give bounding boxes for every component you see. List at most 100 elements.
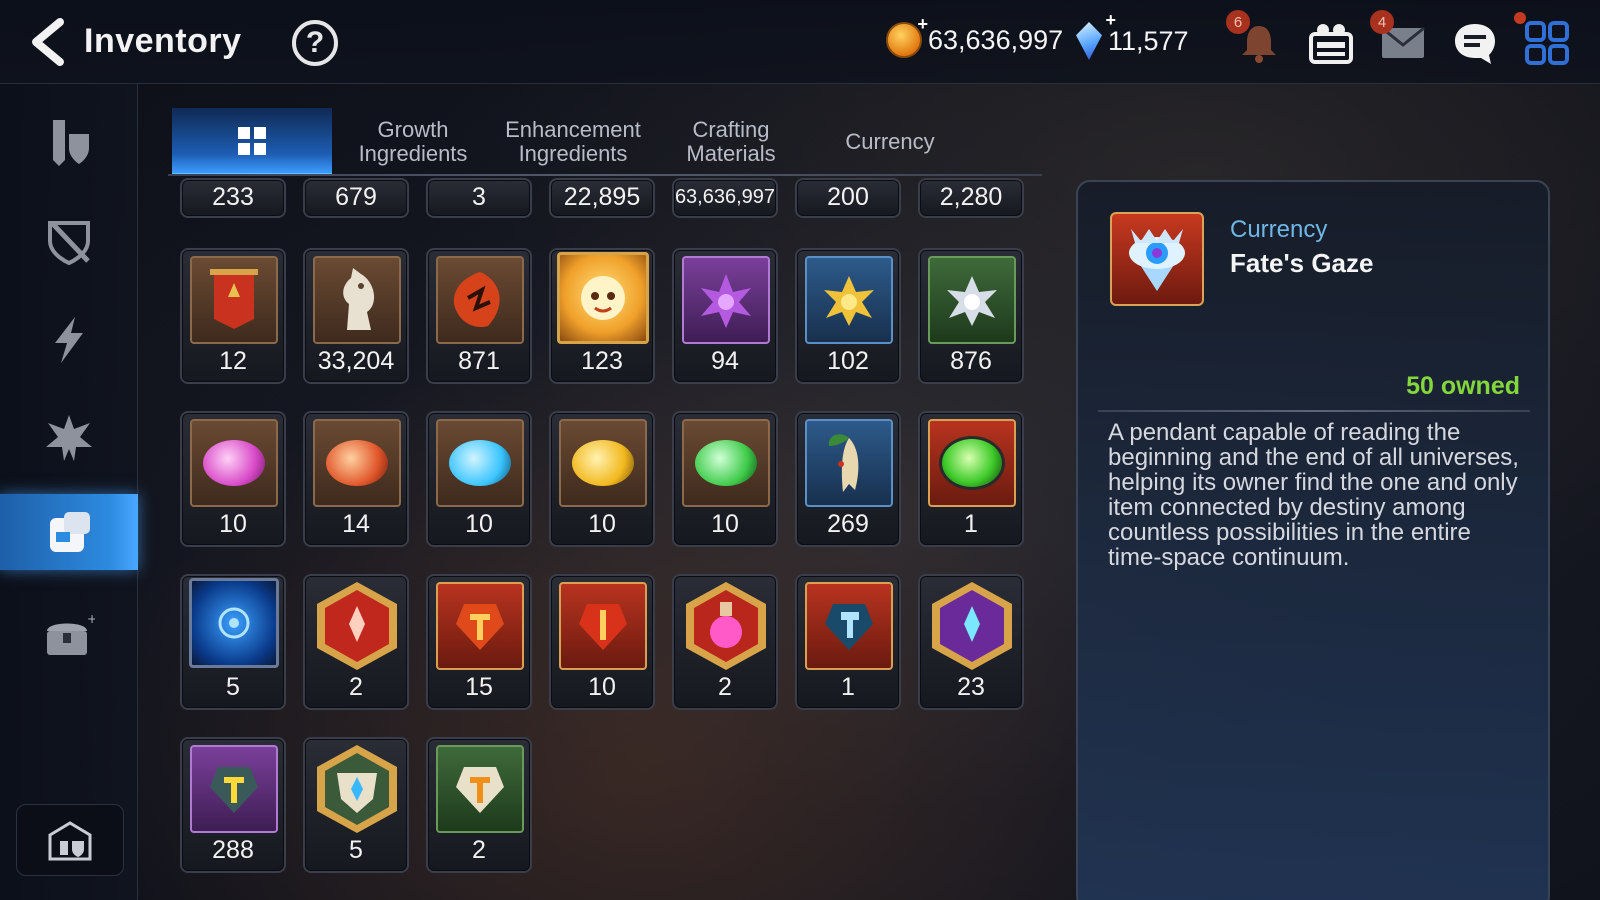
item-count: 10: [219, 510, 247, 538]
purple-hex-stone-icon: [928, 582, 1016, 670]
item-count: 123: [581, 347, 623, 375]
tab-enhancement-ingredients[interactable]: Enhancement Ingredients: [494, 108, 652, 176]
category-tabs: Growth Ingredients Enhancement Ingredien…: [172, 108, 1042, 176]
tab-divider: [168, 174, 1042, 176]
inventory-item[interactable]: 871: [426, 248, 532, 384]
tab-crafting-materials[interactable]: Crafting Materials: [658, 108, 804, 176]
item-count: 15: [465, 673, 493, 701]
inventory-item[interactable]: 10: [672, 411, 778, 547]
item-count: 5: [349, 836, 363, 864]
purple-flower-icon: [682, 256, 770, 344]
red-gem-icon: [313, 419, 401, 507]
help-button[interactable]: ?: [292, 20, 338, 66]
leaf-icon: [436, 256, 524, 344]
sidebar-item-artifact[interactable]: [0, 204, 138, 280]
divider: [1098, 410, 1530, 412]
inventory-item[interactable]: 5: [303, 737, 409, 873]
inventory-item[interactable]: 10: [426, 411, 532, 547]
inventory-item[interactable]: 1: [918, 411, 1024, 547]
blue-hammer-stone-icon: [805, 582, 893, 670]
inventory-item[interactable]: 2: [303, 574, 409, 710]
inventory-item[interactable]: 94: [672, 248, 778, 384]
page-title: Inventory: [84, 22, 242, 60]
chat-button[interactable]: [1448, 16, 1502, 70]
artifact-tab-icon: [48, 221, 90, 266]
item-count: 33,204: [317, 347, 395, 375]
sidebar-item-chest[interactable]: +: [0, 598, 138, 674]
crystal-value: 11,577: [1108, 25, 1189, 56]
inventory-item[interactable]: 22,895: [549, 178, 655, 218]
inventory-item[interactable]: 33,204: [303, 248, 409, 384]
crystal-counter[interactable]: + 11,577: [1076, 10, 1189, 60]
grid-icon: [238, 126, 266, 155]
sidebar-item-equipment[interactable]: [0, 104, 138, 180]
item-name: Fate's Gaze: [1230, 248, 1374, 278]
sidebar-item-skill[interactable]: [0, 302, 138, 378]
mail-button[interactable]: 4: [1370, 10, 1430, 70]
owned-count: 50 owned: [1406, 372, 1520, 400]
item-count: 10: [588, 673, 616, 701]
question-icon: ?: [305, 26, 325, 59]
inventory-item[interactable]: 2: [672, 574, 778, 710]
inventory-item[interactable]: 679: [303, 178, 409, 218]
heroes-icon: [1309, 24, 1353, 64]
sidebar-item-ultimate[interactable]: [0, 400, 138, 476]
green-gem-icon: [682, 419, 770, 507]
plus-icon: +: [1105, 10, 1116, 30]
inventory-item[interactable]: 2: [426, 737, 532, 873]
tab-all[interactable]: [172, 108, 332, 176]
inventory-item[interactable]: 102: [795, 248, 901, 384]
inventory-item[interactable]: 876: [918, 248, 1024, 384]
inventory-item[interactable]: 269: [795, 411, 901, 547]
notifications-button[interactable]: 6: [1226, 10, 1286, 70]
plus-icon: +: [917, 14, 928, 34]
tab-growth-ingredients[interactable]: Growth Ingredients: [338, 108, 488, 176]
gold-coin-icon: +: [886, 14, 928, 58]
inventory-item[interactable]: 3: [426, 178, 532, 218]
inventory-item[interactable]: 123: [549, 248, 655, 384]
ginseng-icon: [805, 419, 893, 507]
eye-pendant-icon: [1110, 212, 1204, 306]
inventory-item[interactable]: 2,280: [918, 178, 1024, 218]
notification-badge: 6: [1226, 10, 1250, 34]
chest-tab-icon: +: [47, 613, 95, 655]
sidebar-item-materials[interactable]: [0, 494, 138, 570]
item-count: 12: [219, 347, 247, 375]
inventory-item[interactable]: 5: [180, 574, 286, 710]
equipment-tab-icon: [53, 120, 89, 166]
item-count: 2,280: [939, 183, 1003, 211]
item-count: 1: [964, 510, 978, 538]
item-count: 5: [226, 673, 240, 701]
inventory-item[interactable]: 23: [918, 574, 1024, 710]
white-stone-icon: [436, 745, 524, 833]
inventory-item[interactable]: 14: [303, 411, 409, 547]
yellow-stone-icon: [190, 745, 278, 833]
inventory-item[interactable]: 10: [549, 574, 655, 710]
inventory-item[interactable]: 1: [795, 574, 901, 710]
pink-gem-icon: [190, 419, 278, 507]
crystal-icon: [1076, 22, 1102, 60]
chevron-left-icon: [32, 18, 64, 66]
item-count: 288: [212, 836, 254, 864]
blue-gem-icon: [436, 419, 524, 507]
back-button[interactable]: [24, 16, 72, 68]
menu-button[interactable]: [1514, 12, 1574, 70]
inventory-item[interactable]: 200: [795, 178, 901, 218]
silver-flower-icon: [928, 256, 1016, 344]
item-count: 23: [957, 673, 985, 701]
heroes-button[interactable]: [1304, 16, 1358, 70]
tab-currency[interactable]: Currency: [812, 108, 968, 176]
inventory-item[interactable]: 63,636,997: [672, 178, 778, 218]
mail-badge: 4: [1370, 10, 1394, 34]
inventory-item[interactable]: 233: [180, 178, 286, 218]
item-count: 2: [472, 836, 486, 864]
item-count: 102: [827, 347, 869, 375]
storage-button[interactable]: [16, 804, 124, 876]
inventory-item[interactable]: 288: [180, 737, 286, 873]
inventory-item[interactable]: 10: [180, 411, 286, 547]
gold-counter[interactable]: + 63,636,997: [886, 14, 1063, 58]
inventory-item[interactable]: 12: [180, 248, 286, 384]
item-count: 10: [711, 510, 739, 538]
inventory-item[interactable]: 15: [426, 574, 532, 710]
inventory-item[interactable]: 10: [549, 411, 655, 547]
